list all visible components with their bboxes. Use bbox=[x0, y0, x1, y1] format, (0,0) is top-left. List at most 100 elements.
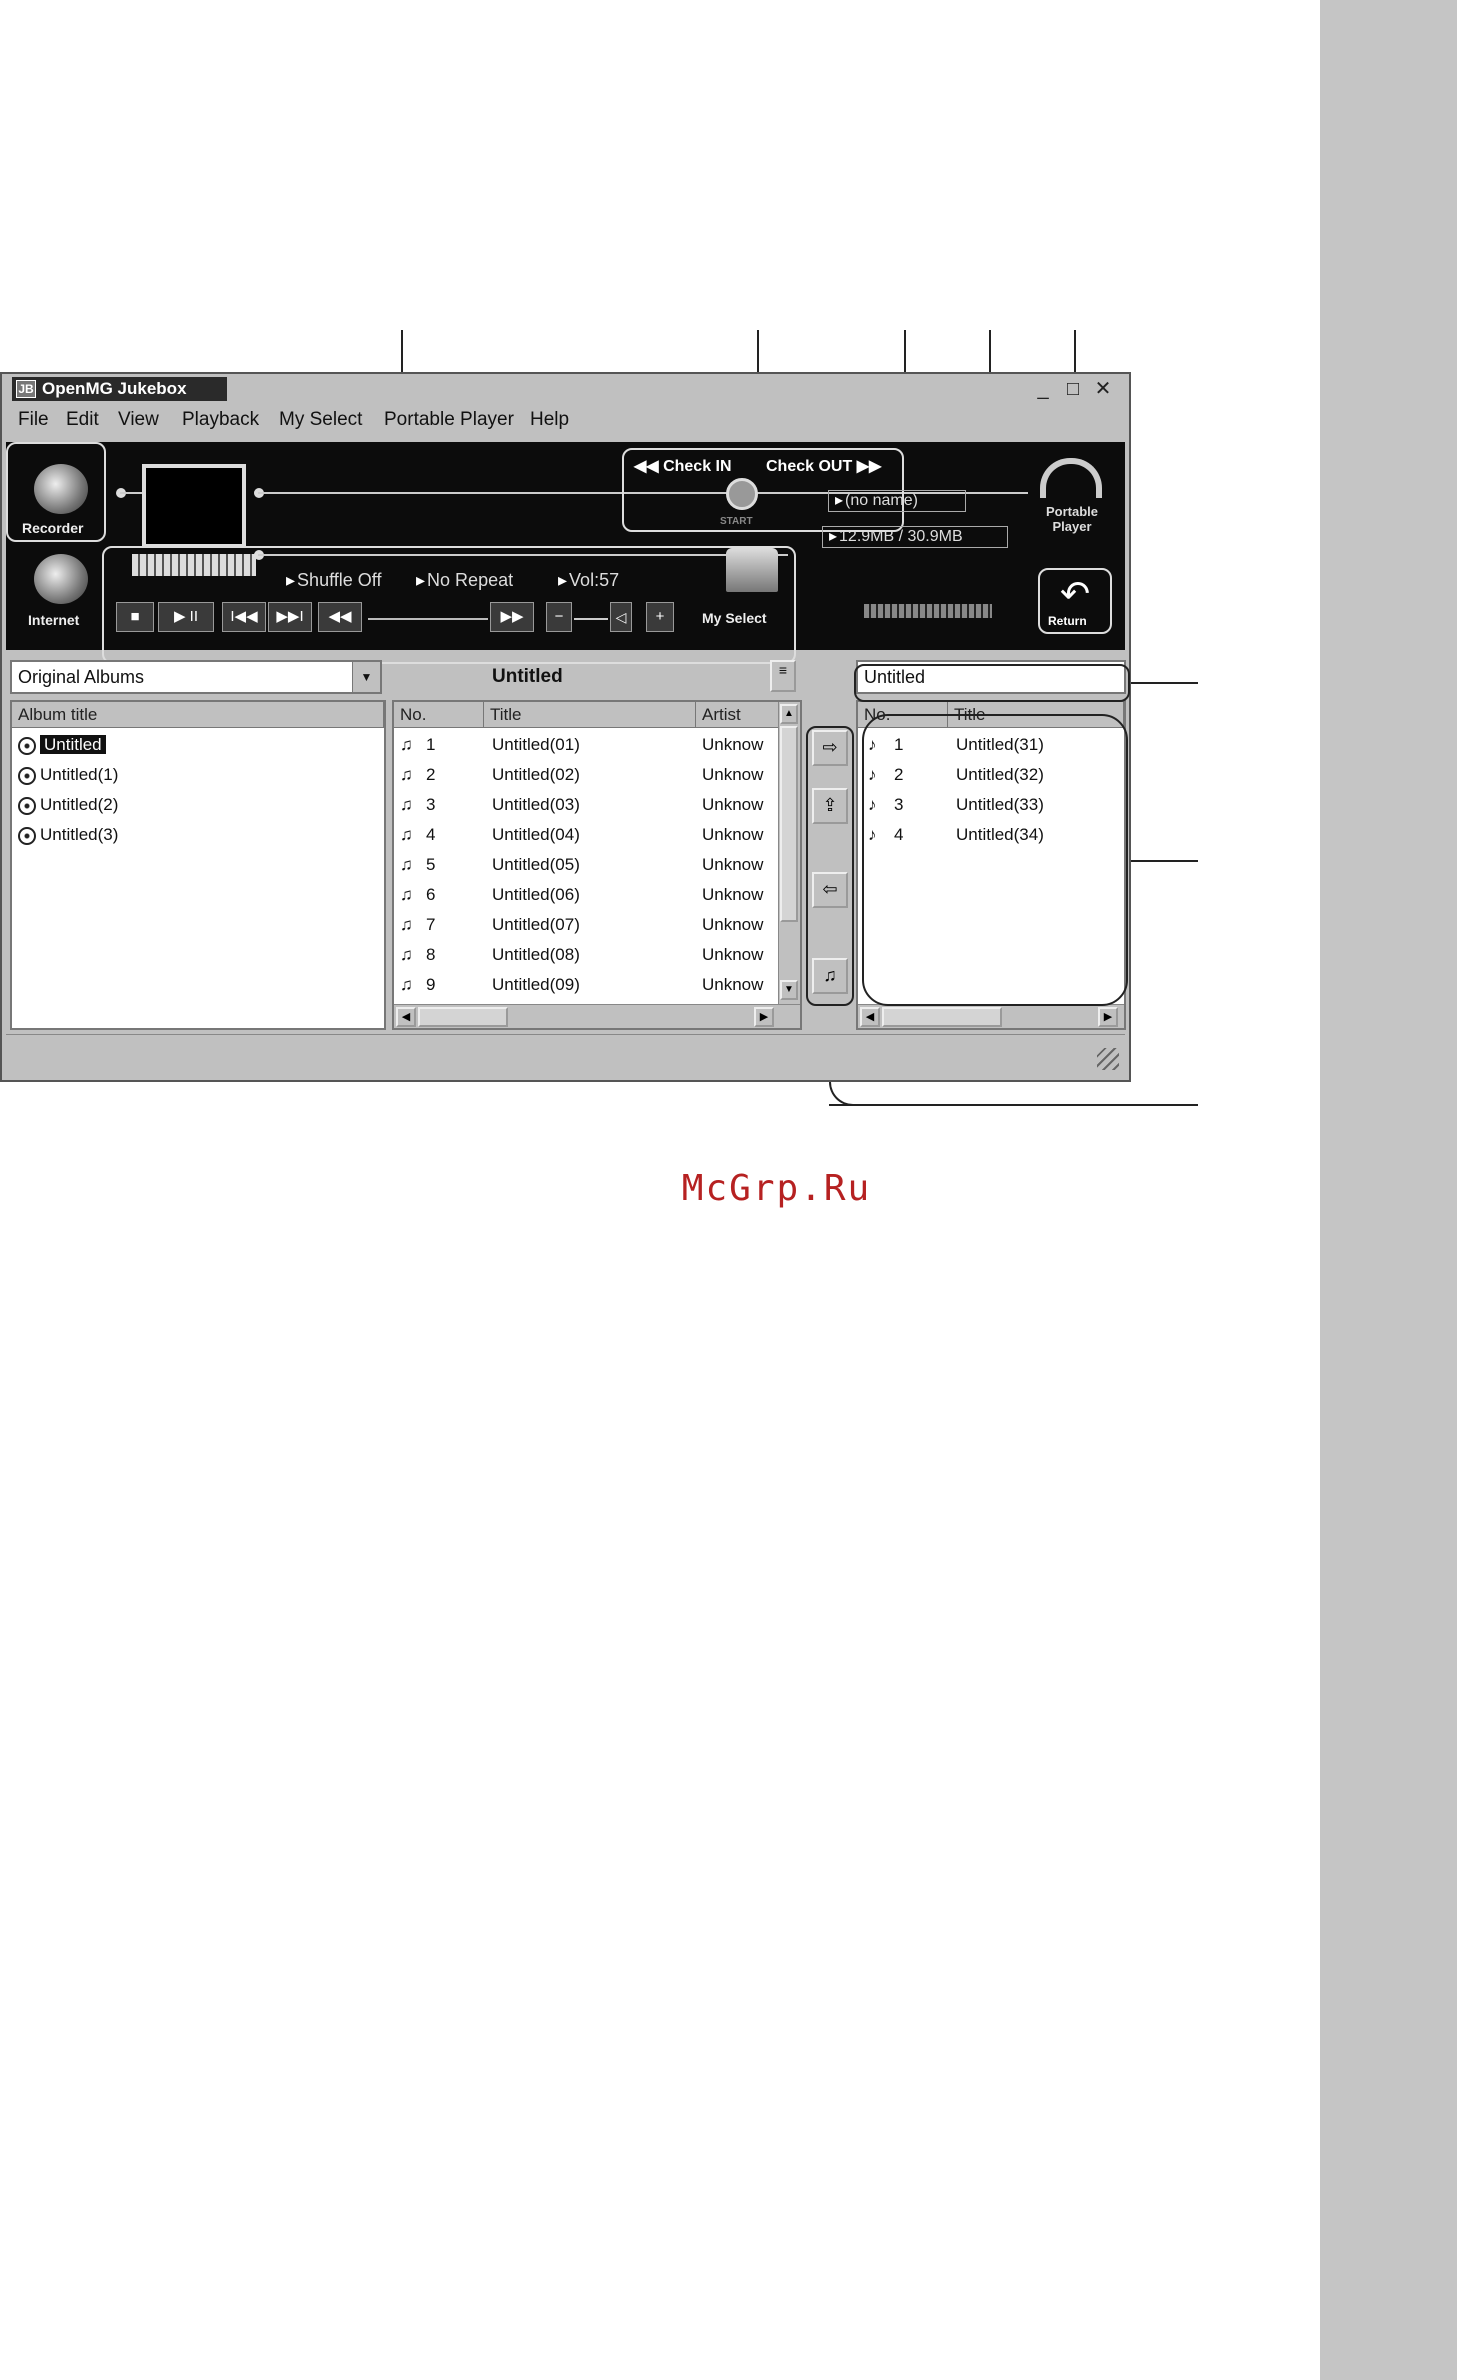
source-select[interactable]: Original Albums ▼ bbox=[10, 660, 382, 694]
track-row[interactable]: ♫ 1 Untitled(01) Unknow bbox=[394, 730, 778, 759]
scroll-left-icon[interactable]: ◀ bbox=[396, 1007, 416, 1027]
disc-icon bbox=[18, 766, 36, 785]
portable-horizontal-scrollbar[interactable]: ◀ ▶ bbox=[858, 1004, 1124, 1028]
track-artist: Unknow bbox=[702, 945, 764, 964]
music-note-icon: ♫ bbox=[400, 885, 413, 904]
column-header-no[interactable]: No. bbox=[394, 702, 484, 728]
track-list: No. Title Artist ♫ 1 Untitled(01) Unknow ♫ 2 U… bbox=[392, 700, 802, 1030]
track-row[interactable]: ♫ 8 Untitled(08) Unknow bbox=[394, 940, 778, 969]
window-title: JB OpenMG Jukebox bbox=[12, 377, 227, 401]
disc-icon bbox=[18, 736, 36, 755]
scroll-thumb[interactable] bbox=[418, 1007, 508, 1027]
scroll-up-icon[interactable]: ▲ bbox=[780, 704, 798, 724]
column-header-title[interactable]: Title bbox=[484, 702, 696, 728]
chevron-down-icon[interactable]: ▼ bbox=[352, 662, 380, 692]
minimize-button[interactable]: _ bbox=[1032, 378, 1054, 400]
track-row[interactable]: ♫ 3 Untitled(03) Unknow bbox=[394, 790, 778, 819]
track-title: Untitled(04) bbox=[492, 825, 580, 844]
volume-status: Vol:57 bbox=[558, 570, 619, 591]
return-button[interactable]: ↶ Return bbox=[1038, 568, 1112, 634]
column-header-artist[interactable]: Artist bbox=[696, 702, 780, 728]
track-list-horizontal-scrollbar[interactable]: ◀ ▶ bbox=[394, 1004, 800, 1028]
level-meter bbox=[864, 604, 992, 618]
album-list-item[interactable]: Untitled bbox=[12, 730, 106, 759]
menu-portable-player[interactable]: Portable Player bbox=[384, 409, 514, 431]
music-note-icon: ♫ bbox=[400, 945, 413, 964]
track-number: 4 bbox=[426, 825, 436, 844]
next-track-button[interactable]: ▶▶I bbox=[268, 602, 312, 632]
track-artist: Unknow bbox=[702, 825, 764, 844]
close-button[interactable]: ✕ bbox=[1092, 378, 1114, 400]
album-options-button[interactable]: ≡ bbox=[770, 660, 796, 692]
callout-line bbox=[1128, 682, 1198, 684]
callout-ring bbox=[806, 726, 854, 1006]
maximize-button[interactable]: □ bbox=[1062, 378, 1084, 400]
my-select-chest-icon[interactable] bbox=[726, 548, 778, 592]
track-artist: Unknow bbox=[702, 975, 764, 994]
callout-ring bbox=[854, 664, 1130, 702]
previous-track-button[interactable]: I◀◀ bbox=[222, 602, 266, 632]
scroll-down-icon[interactable]: ▼ bbox=[780, 980, 798, 1000]
check-out-button[interactable]: Check OUT ▶▶ bbox=[766, 456, 881, 476]
internet-globe-icon[interactable] bbox=[34, 554, 88, 604]
volume-up-button[interactable]: + bbox=[646, 602, 674, 632]
music-note-icon: ♫ bbox=[400, 975, 413, 994]
menu-help[interactable]: Help bbox=[530, 409, 569, 431]
stop-button[interactable]: ■ bbox=[116, 602, 154, 632]
scroll-right-icon[interactable]: ▶ bbox=[1098, 1007, 1118, 1027]
menu-file[interactable]: File bbox=[18, 409, 49, 431]
repeat-status[interactable]: No Repeat bbox=[416, 570, 513, 591]
title-bar[interactable]: JB OpenMG Jukebox _ □ ✕ bbox=[2, 374, 1129, 404]
track-title: Untitled(09) bbox=[492, 975, 580, 994]
start-label: START bbox=[720, 516, 753, 527]
track-row[interactable]: ♫ 5 Untitled(05) Unknow bbox=[394, 850, 778, 879]
track-artist: Unknow bbox=[702, 885, 764, 904]
music-note-icon: ♫ bbox=[400, 795, 413, 814]
menu-playback[interactable]: Playback bbox=[182, 409, 259, 431]
album-list-item[interactable]: Untitled(3) bbox=[12, 820, 118, 849]
scroll-thumb[interactable] bbox=[882, 1007, 1002, 1027]
track-title: Untitled(02) bbox=[492, 765, 580, 784]
scroll-thumb[interactable] bbox=[780, 726, 798, 922]
shuffle-status[interactable]: Shuffle Off bbox=[286, 570, 381, 591]
album-column-header[interactable]: Album title bbox=[12, 702, 384, 728]
volume-down-button[interactable]: − bbox=[546, 602, 572, 632]
menu-edit[interactable]: Edit bbox=[66, 409, 99, 431]
rewind-button[interactable]: ◀◀ bbox=[318, 602, 362, 632]
album-list-item[interactable]: Untitled(1) bbox=[12, 760, 118, 789]
scroll-right-icon[interactable]: ▶ bbox=[754, 1007, 774, 1027]
track-title: Untitled(08) bbox=[492, 945, 580, 964]
menu-view[interactable]: View bbox=[118, 409, 159, 431]
device-name-display[interactable]: (no name) bbox=[828, 490, 966, 512]
fast-forward-button[interactable]: ▶▶ bbox=[490, 602, 534, 632]
resize-grip-icon[interactable] bbox=[1097, 1048, 1119, 1070]
headphones-icon[interactable] bbox=[1040, 458, 1102, 498]
play-pause-button[interactable]: ▶ II bbox=[158, 602, 214, 632]
album-list-item[interactable]: Untitled(2) bbox=[12, 790, 118, 819]
track-number: 7 bbox=[426, 915, 436, 934]
track-row[interactable]: ♫ 4 Untitled(04) Unknow bbox=[394, 820, 778, 849]
track-title: Untitled(01) bbox=[492, 735, 580, 754]
volume-slider[interactable] bbox=[574, 618, 608, 620]
track-list-vertical-scrollbar[interactable]: ▲ ▼ bbox=[778, 702, 800, 1004]
player-panel: Recorder Internet Shuffle Off No Repeat … bbox=[6, 442, 1125, 664]
track-row[interactable]: ♫ 2 Untitled(02) Unknow bbox=[394, 760, 778, 789]
album-label: Untitled(3) bbox=[40, 825, 119, 844]
check-out-label: Check OUT bbox=[766, 458, 853, 475]
callout-ring bbox=[862, 714, 1128, 1006]
track-artist: Unknow bbox=[702, 735, 764, 754]
track-row[interactable]: ♫ 9 Untitled(09) Unknow bbox=[394, 970, 778, 999]
check-in-button[interactable]: ◀◀ Check IN bbox=[634, 456, 732, 476]
track-number: 5 bbox=[426, 855, 436, 874]
track-row[interactable]: ♫ 7 Untitled(07) Unknow bbox=[394, 910, 778, 939]
album-list: Album title Untitled Untitled(1) Untitled(… bbox=[10, 700, 386, 1030]
track-title: Untitled(07) bbox=[492, 915, 580, 934]
connector-line bbox=[120, 492, 142, 494]
transfer-knob[interactable] bbox=[726, 478, 758, 510]
album-title-label: Untitled bbox=[492, 666, 563, 687]
menu-my-select[interactable]: My Select bbox=[279, 409, 362, 431]
track-number: 9 bbox=[426, 975, 436, 994]
track-row[interactable]: ♫ 6 Untitled(06) Unknow bbox=[394, 880, 778, 909]
seek-slider[interactable] bbox=[368, 618, 488, 620]
scroll-left-icon[interactable]: ◀ bbox=[860, 1007, 880, 1027]
